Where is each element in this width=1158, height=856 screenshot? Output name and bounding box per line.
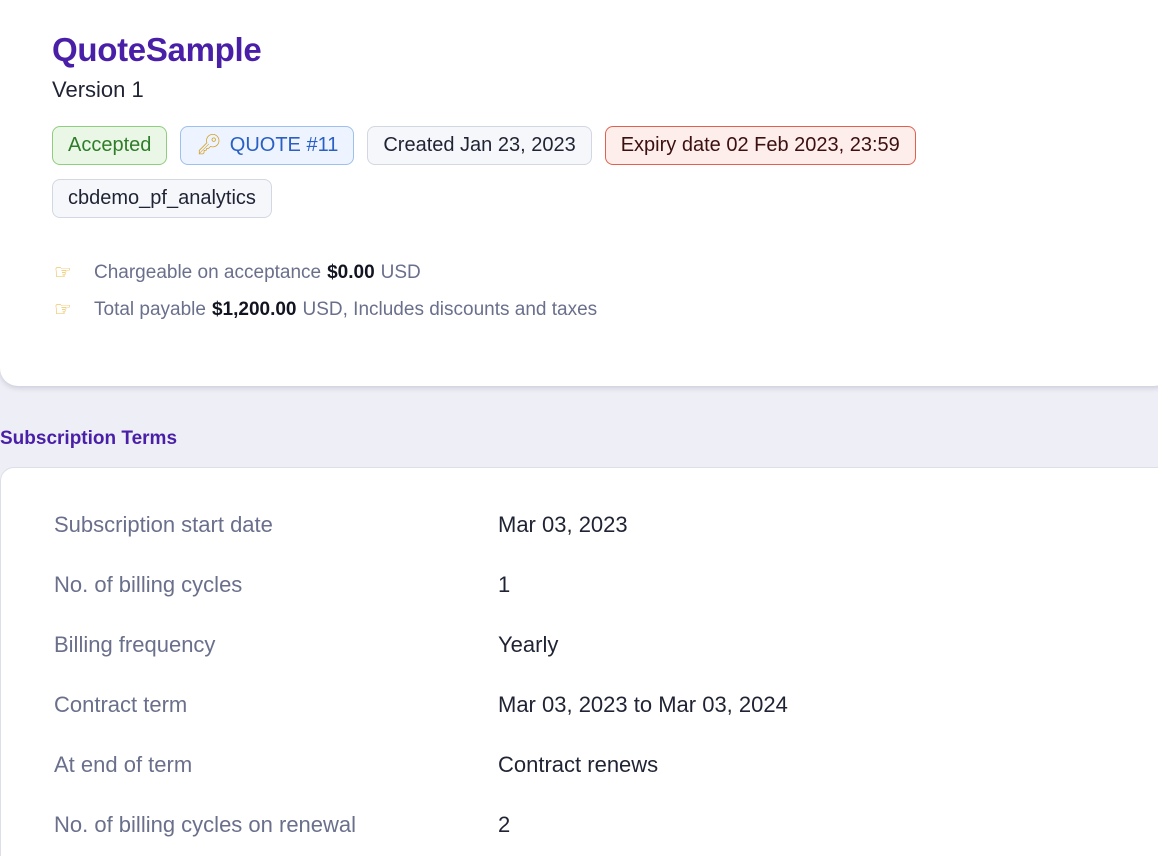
- term-label: Contract term: [54, 692, 188, 717]
- term-row: Billing frequency Yearly: [1, 614, 1158, 676]
- term-label: No. of billing cycles: [54, 572, 243, 597]
- quote-card: QuoteSample Version 1 Accepted 🔑︎ QUOTE …: [0, 0, 1158, 386]
- total-payable-line: ☞ Total payable $1,200.00 USD, Includes …: [54, 291, 1158, 328]
- key-icon: 🔑︎: [196, 134, 222, 156]
- term-value: Mar 03, 2023: [498, 512, 628, 537]
- term-value: 1: [498, 572, 511, 597]
- term-row: No. of billing cycles 1: [1, 554, 1158, 616]
- term-value: Mar 03, 2023 to Mar 03, 2024: [498, 692, 788, 717]
- site-badge: cbdemo_pf_analytics: [52, 179, 272, 218]
- chargeable-on-acceptance-line: ☞ Chargeable on acceptance $0.00 USD: [54, 254, 1158, 291]
- summary-label: Total payable: [94, 298, 206, 320]
- summary-amount: $0.00: [327, 261, 375, 283]
- pointing-hand-icon: ☞: [54, 299, 72, 321]
- term-row: Contract term Mar 03, 2023 to Mar 03, 20…: [1, 674, 1158, 736]
- summary-amount: $1,200.00: [211, 298, 297, 320]
- summary-suffix: USD, Includes discounts and taxes: [302, 298, 598, 320]
- subscription-terms-card: Subscription start date Mar 03, 2023 No.…: [0, 467, 1158, 856]
- created-date-badge: Created Jan 23, 2023: [367, 126, 592, 165]
- summary-suffix: USD: [380, 261, 421, 283]
- quote-number-badge[interactable]: 🔑︎ QUOTE #11: [180, 126, 355, 165]
- term-value: Contract renews: [498, 752, 659, 777]
- term-label: Subscription start date: [54, 512, 273, 537]
- term-row: No. of billing cycles on renewal 2: [1, 794, 1158, 856]
- term-label: No. of billing cycles on renewal: [54, 812, 357, 837]
- term-label: At end of term: [54, 752, 193, 777]
- term-row: Subscription start date Mar 03, 2023: [1, 494, 1158, 556]
- quote-number-label: QUOTE #11: [229, 134, 339, 156]
- term-row: At end of term Contract renews: [1, 734, 1158, 796]
- term-value: 2: [498, 812, 511, 837]
- status-badge: Accepted: [52, 126, 168, 165]
- quote-badges: Accepted 🔑︎ QUOTE #11 Created Jan 23, 20…: [52, 126, 992, 218]
- term-value: Yearly: [498, 632, 559, 657]
- pointing-hand-icon: ☞: [54, 262, 72, 284]
- expiry-date-badge: Expiry date 02 Feb 2023, 23:59: [604, 126, 916, 165]
- summary-label: Chargeable on acceptance: [94, 261, 322, 283]
- section-heading-subscription-terms: Subscription Terms: [0, 428, 178, 449]
- quote-version: Version 1: [52, 77, 144, 102]
- payment-summary: ☞ Chargeable on acceptance $0.00 USD ☞ T…: [54, 254, 1158, 328]
- quote-title: QuoteSample: [52, 31, 262, 68]
- term-label: Billing frequency: [54, 632, 216, 657]
